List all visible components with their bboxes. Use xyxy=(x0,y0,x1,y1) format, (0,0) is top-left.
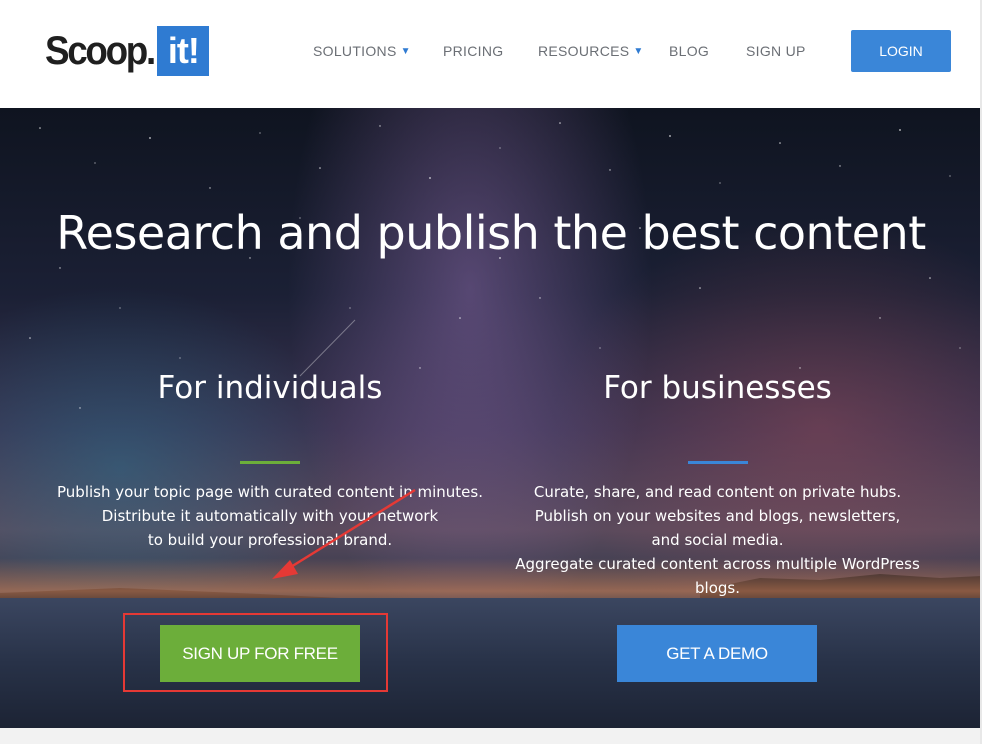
description-line: blogs. xyxy=(695,579,740,597)
green-divider xyxy=(240,461,300,464)
nav-item-label: BLOG xyxy=(669,43,710,59)
businesses-description: Curate, share, and read content on priva… xyxy=(480,480,955,600)
nav-item-label: SOLUTIONS xyxy=(313,43,397,59)
nav-item-solutions[interactable]: SOLUTIONS ▼ xyxy=(313,43,411,59)
nav-item-resources[interactable]: RESOURCES ▼ xyxy=(538,43,644,59)
blue-divider xyxy=(687,461,748,464)
get-a-demo-button[interactable]: GET A DEMO xyxy=(617,625,817,682)
individuals-heading: For individuals xyxy=(157,370,383,406)
description-line: to build your professional brand. xyxy=(147,531,393,549)
hero-title: Research and publish the best content xyxy=(56,206,926,260)
description-line: Publish on your websites and blogs, news… xyxy=(534,507,901,525)
logo-wordmark: Scoop. xyxy=(45,29,156,73)
site-header: Scoop. it! SOLUTIONS ▼ PRICING RESOURCES… xyxy=(0,0,982,108)
nav-item-pricing[interactable]: PRICING xyxy=(443,43,503,59)
nav-item-sign-up[interactable]: SIGN UP xyxy=(746,43,806,59)
page: Scoop. it! SOLUTIONS ▼ PRICING RESOURCES… xyxy=(0,0,982,744)
individuals-description: Publish your topic page with curated con… xyxy=(20,480,520,552)
description-line: Aggregate curated content across multipl… xyxy=(515,555,920,573)
nav-item-label: PRICING xyxy=(443,43,504,59)
dropdown-caret-icon: ▼ xyxy=(633,45,644,57)
description-line: and social media. xyxy=(651,531,784,549)
dropdown-caret-icon: ▼ xyxy=(400,45,411,57)
description-line: Curate, share, and read content on priva… xyxy=(533,483,902,501)
login-button[interactable]: LOGIN xyxy=(851,30,951,72)
individuals-column: For individuals Publish your topic page … xyxy=(20,366,520,552)
hero-section: Research and publish the best content Fo… xyxy=(0,108,982,728)
businesses-heading: For businesses xyxy=(603,370,832,406)
nav-item-blog[interactable]: BLOG xyxy=(669,43,709,59)
description-line: Publish your topic page with curated con… xyxy=(57,483,483,501)
footer-strip xyxy=(0,728,982,744)
nav-item-label: RESOURCES xyxy=(538,43,630,59)
scoopit-logo[interactable]: Scoop. it! xyxy=(45,26,210,76)
businesses-column: For businesses Curate, share, and read c… xyxy=(480,366,955,600)
logo-badge: it! xyxy=(157,26,210,76)
description-line: Distribute it automatically with your ne… xyxy=(101,507,439,525)
annotation-highlight-box xyxy=(123,613,388,692)
nav-item-label: SIGN UP xyxy=(746,43,806,59)
